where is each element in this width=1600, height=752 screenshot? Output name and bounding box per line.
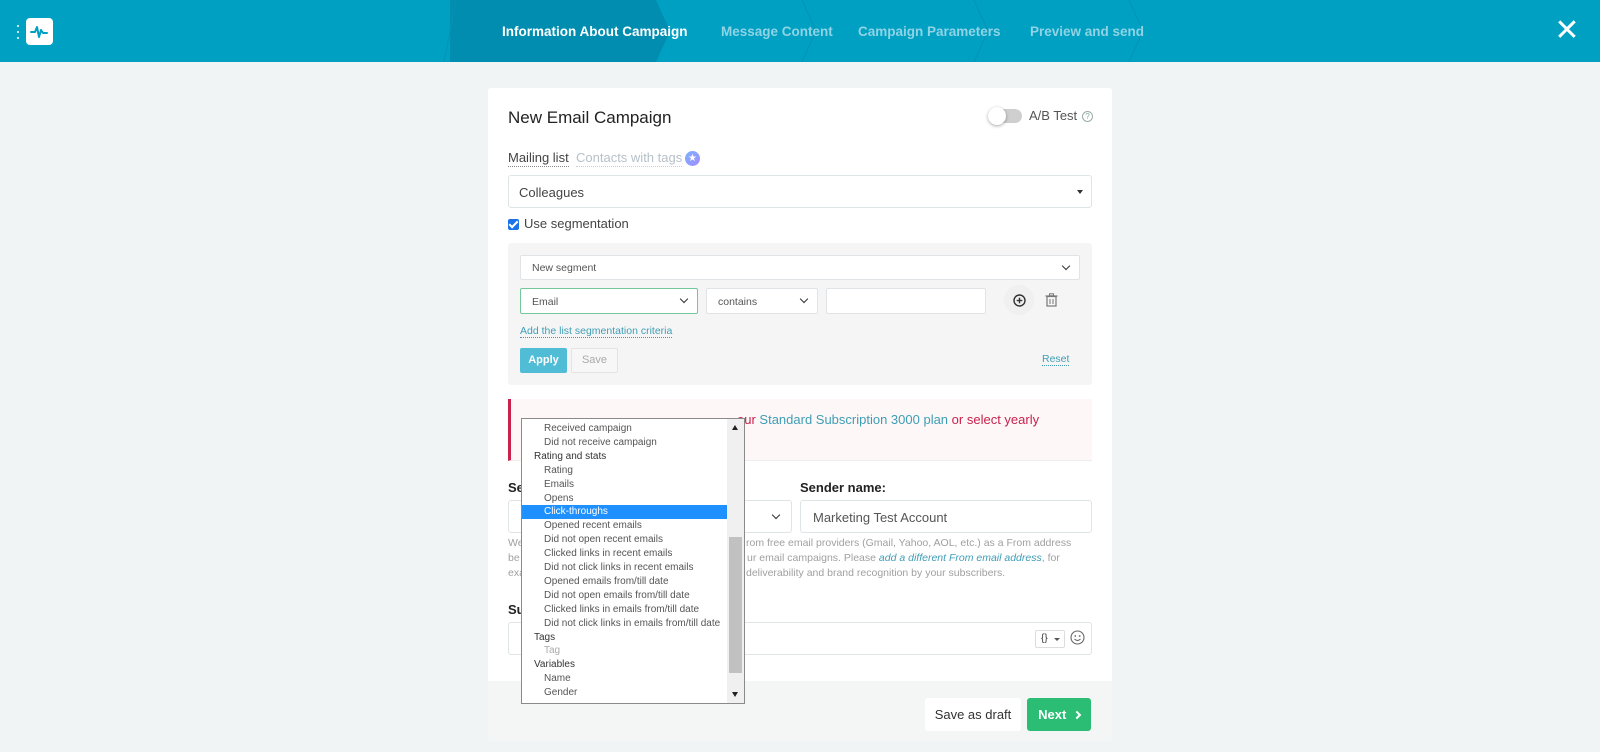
step-information-about-campaign[interactable]: Information About Campaign <box>450 0 688 62</box>
dropdown-scrollbar[interactable] <box>727 419 744 703</box>
add-segmentation-criteria-link[interactable]: Add the list segmentation criteria <box>520 325 672 338</box>
chevron-right-icon <box>1073 711 1081 719</box>
dropdown-option[interactable]: Clicked links in emails from/till date <box>522 603 727 617</box>
dropdown-option[interactable]: Did not click links in recent emails <box>522 561 727 575</box>
segment-operator-value: contains <box>718 296 757 308</box>
add-condition-button[interactable] <box>1004 285 1034 315</box>
use-segmentation-checkbox[interactable] <box>508 219 519 230</box>
dropdown-group-label: Variables <box>522 658 727 672</box>
dropdown-option[interactable]: Did not receive campaign <box>522 436 727 450</box>
insert-variable-button[interactable]: {} <box>1035 630 1065 648</box>
sender-name-input[interactable]: Marketing Test Account <box>800 500 1092 533</box>
add-from-address-link[interactable]: add a different From email address <box>879 552 1042 564</box>
save-segment-button[interactable]: Save <box>571 348 618 373</box>
segment-operator-select[interactable]: contains <box>706 288 818 314</box>
select-yearly-link[interactable]: select yearly <box>967 412 1039 427</box>
ab-test-toggle[interactable] <box>990 109 1022 123</box>
chevron-down-icon <box>800 295 808 303</box>
dropdown-group-label: Rating and stats <box>522 450 727 464</box>
star-badge-icon: ★ <box>685 151 700 166</box>
mailing-list-select[interactable]: Colleagues <box>508 175 1092 208</box>
help-icon[interactable]: ? <box>1082 111 1093 122</box>
hint-line-3-right: deliverability and brand recognition by … <box>746 566 1005 580</box>
segmentation-panel: New segment Email contains <box>508 243 1092 385</box>
hint-line-2-pre: ur email campaigns. Please <box>747 552 879 564</box>
ab-test-label: A/B Test <box>1029 108 1077 123</box>
trash-icon <box>1045 293 1058 307</box>
tab-contacts-with-tags[interactable]: Contacts with tags <box>576 150 682 167</box>
dropdown-option[interactable]: Did not open emails from/till date <box>522 589 727 603</box>
plan-link[interactable]: Standard Subscription 3000 plan <box>759 412 948 427</box>
dropdown-option: Tag <box>522 644 727 658</box>
mailing-list-value: Colleagues <box>519 185 584 200</box>
hint-line-2-left: be <box>508 551 520 565</box>
chevron-down-icon <box>1062 262 1070 270</box>
reset-link[interactable]: Reset <box>1042 353 1069 366</box>
dropdown-option[interactable]: Received campaign <box>522 422 727 436</box>
segment-field-select[interactable]: Email <box>520 288 698 314</box>
dropdown-option[interactable]: Rating <box>522 464 727 478</box>
dropdown-option[interactable]: Clicked links in recent emails <box>522 547 727 561</box>
dropdown-option[interactable]: Click-throughs <box>522 505 727 519</box>
dropdown-option[interactable]: Opened recent emails <box>522 519 727 533</box>
braces-icon: {} <box>1041 633 1048 644</box>
plus-circle-icon <box>1013 294 1026 307</box>
page-title: New Email Campaign <box>508 108 671 128</box>
caret-down-icon <box>1054 638 1060 641</box>
alert-text: our Standard Subscription 3000 plan or s… <box>737 412 1039 427</box>
dropdown-option[interactable]: Opens <box>522 492 727 506</box>
scroll-down-icon[interactable] <box>732 692 738 697</box>
apply-button[interactable]: Apply <box>520 348 567 373</box>
dropdown-option[interactable]: Gender <box>522 686 727 700</box>
step-campaign-parameters[interactable]: Campaign Parameters <box>816 0 1001 62</box>
step-preview-and-send[interactable]: Preview and send <box>988 0 1144 62</box>
segment-field-value: Email <box>532 296 558 308</box>
dropdown-option[interactable]: Did not open recent emails <box>522 533 727 547</box>
use-segmentation-label: Use segmentation <box>524 216 629 231</box>
save-as-draft-button[interactable]: Save as draft <box>925 698 1021 731</box>
close-icon[interactable]: ✕ <box>1554 18 1580 44</box>
hint-line-1-right: rom free email providers (Gmail, Yahoo, … <box>746 536 1071 550</box>
segment-field-dropdown[interactable]: Received campaignDid not receive campaig… <box>521 418 745 704</box>
tab-mailing-list[interactable]: Mailing list <box>508 150 569 167</box>
dropdown-group-label: Tags <box>522 631 727 645</box>
hint-line-2-post: , for <box>1042 552 1060 564</box>
dropdown-option[interactable]: Did not click links in emails from/till … <box>522 617 727 631</box>
chevron-down-icon <box>772 511 780 519</box>
segment-select[interactable]: New segment <box>520 255 1080 280</box>
dropdown-option[interactable]: Name <box>522 672 727 686</box>
delete-condition-button[interactable] <box>1042 291 1060 309</box>
sender-name-label: Sender name: <box>800 480 886 495</box>
step-message-content[interactable]: Message Content <box>669 0 833 62</box>
segment-value-input[interactable] <box>826 288 986 314</box>
dropdown-option[interactable]: Emails <box>522 478 727 492</box>
chevron-down-icon <box>680 295 688 303</box>
scrollbar-thumb[interactable] <box>729 537 742 673</box>
top-bar: Information About Campaign Message Conte… <box>0 0 1600 62</box>
segment-select-value: New segment <box>532 262 596 274</box>
dropdown-option[interactable]: Opened emails from/till date <box>522 575 727 589</box>
alert-middle: or <box>948 412 967 427</box>
next-button[interactable]: Next <box>1027 698 1091 731</box>
emoji-icon[interactable] <box>1070 630 1085 645</box>
next-label: Next <box>1038 707 1066 722</box>
caret-down-icon <box>1077 190 1083 194</box>
scroll-up-icon[interactable] <box>732 425 738 430</box>
